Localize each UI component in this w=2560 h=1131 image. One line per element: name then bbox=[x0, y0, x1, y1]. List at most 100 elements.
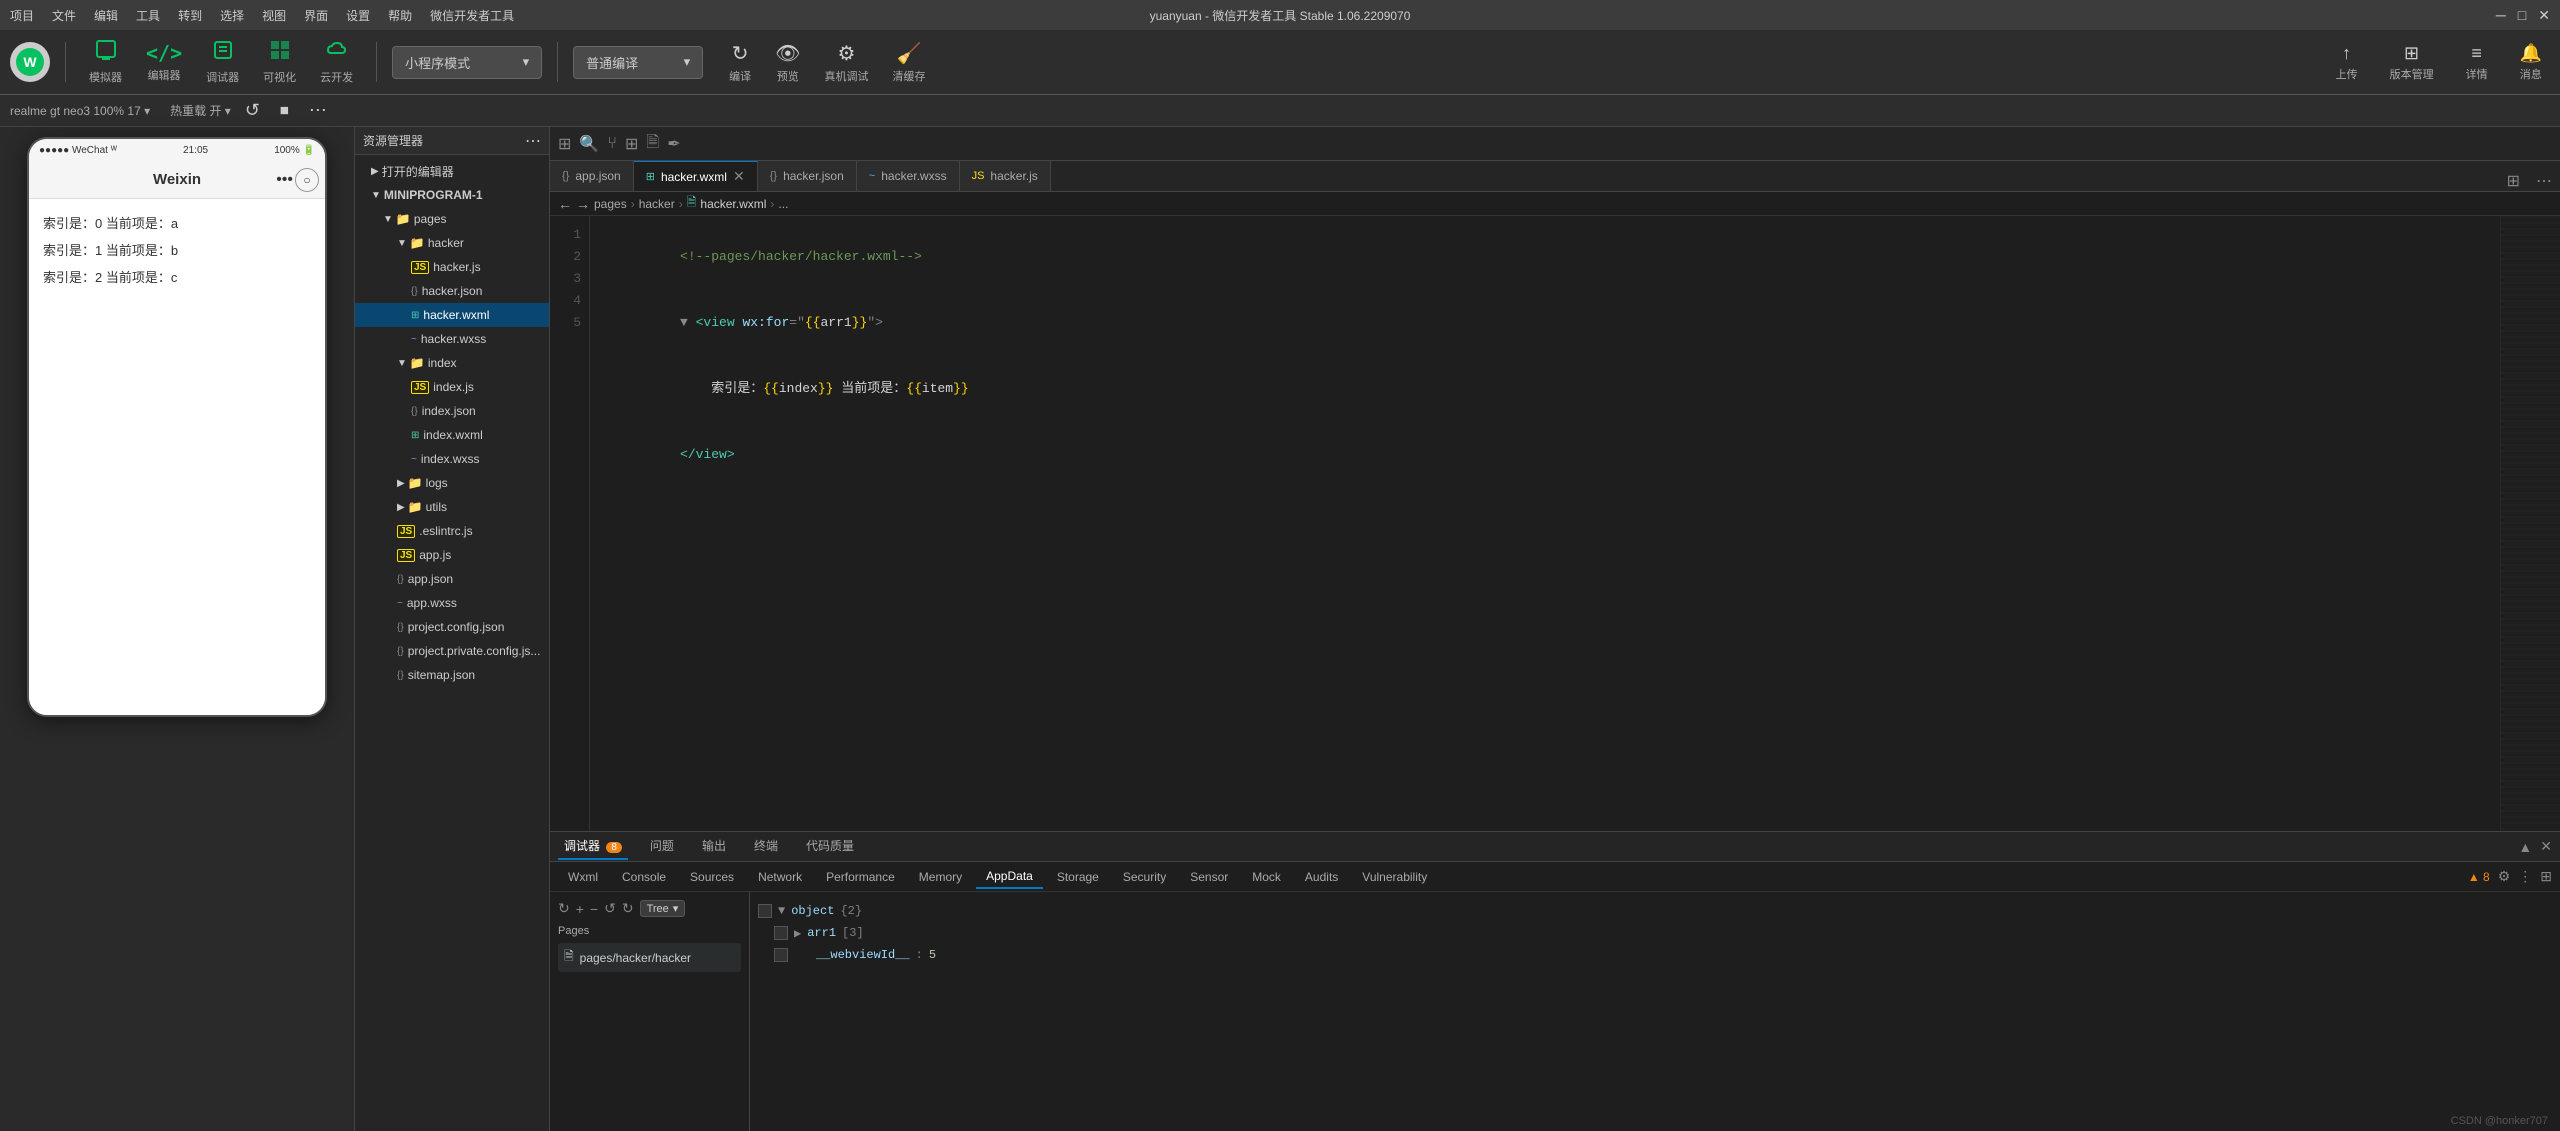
upload-button[interactable]: ↑ 上传 bbox=[2328, 39, 2366, 86]
stop-btn[interactable]: ⏹ bbox=[274, 98, 295, 123]
appjs-file[interactable]: JS app.js bbox=[355, 543, 549, 567]
devtool-tab-vulnerability[interactable]: Vulnerability bbox=[1352, 866, 1437, 888]
hacker-wxss-file[interactable]: ~ hacker.wxss bbox=[355, 327, 549, 351]
hacker-json-file[interactable]: {} hacker.json bbox=[355, 279, 549, 303]
devtool-tab-memory[interactable]: Memory bbox=[909, 866, 972, 888]
debug-tab-output[interactable]: 输出 bbox=[696, 833, 732, 860]
editor-button[interactable]: </> 编辑器 bbox=[138, 37, 190, 87]
appjson-file[interactable]: {} app.json bbox=[355, 567, 549, 591]
simulator-button[interactable]: 模拟器 bbox=[81, 35, 130, 89]
realdevice-button[interactable]: ⚙ 真机调试 bbox=[817, 37, 877, 88]
tab-branch-icon[interactable]: ⑂ bbox=[603, 135, 621, 153]
code-editor[interactable]: 1 2 3 4 5 <!--pages/hacker/hacker.wxml--… bbox=[550, 216, 2560, 831]
pages-refresh-icon[interactable]: ↻ bbox=[558, 900, 570, 917]
devtool-tab-console[interactable]: Console bbox=[612, 866, 676, 888]
code-content[interactable]: <!--pages/hacker/hacker.wxml--> ▼ <view … bbox=[590, 216, 2500, 831]
device-label[interactable]: realme gt neo3 100% 17 ▾ bbox=[10, 104, 150, 118]
refresh-btn[interactable]: ↺ bbox=[239, 98, 266, 123]
devtool-tab-wxml[interactable]: Wxml bbox=[558, 866, 608, 888]
devtool-tab-audits[interactable]: Audits bbox=[1295, 866, 1348, 888]
index-json-file[interactable]: {} index.json bbox=[355, 399, 549, 423]
eslintrc-file[interactable]: JS .eslintrc.js bbox=[355, 519, 549, 543]
appwxss-file[interactable]: ~ app.wxss bbox=[355, 591, 549, 615]
tab-hackerjs[interactable]: JS hacker.js bbox=[960, 161, 1051, 191]
menu-interface[interactable]: 界面 bbox=[304, 7, 328, 24]
pages-sub-icon[interactable]: − bbox=[590, 901, 598, 917]
pages-forward-icon[interactable]: ↻ bbox=[622, 900, 634, 917]
tab-brush-icon[interactable]: ✒ bbox=[663, 134, 684, 154]
mode-selector[interactable]: 小程序模式 ▾ bbox=[392, 46, 542, 79]
utils-folder[interactable]: ▶ 📁 utils bbox=[355, 495, 549, 519]
menu-wechat-devtools[interactable]: 微信开发者工具 bbox=[430, 7, 514, 24]
debugger-button[interactable]: 调试器 bbox=[198, 35, 247, 89]
tab-new-icon[interactable]: ⊞ bbox=[554, 134, 575, 154]
tab-hackerwxml[interactable]: ⊞ hacker.wxml ✕ bbox=[634, 161, 758, 191]
notification-button[interactable]: 🔔 消息 bbox=[2512, 39, 2550, 86]
hackerwxml-close-button[interactable]: ✕ bbox=[733, 168, 745, 185]
menu-edit[interactable]: 编辑 bbox=[94, 7, 118, 24]
tab-appjson[interactable]: {} app.json bbox=[550, 161, 634, 191]
data-arrow-arr1[interactable]: ▶ bbox=[794, 926, 801, 941]
index-js-file[interactable]: JS index.js bbox=[355, 375, 549, 399]
preview-button[interactable]: 👁 预览 bbox=[767, 37, 808, 88]
project-root[interactable]: ▼ MINIPROGRAM-1 bbox=[355, 183, 549, 207]
projectconfig-file[interactable]: {} project.config.json bbox=[355, 615, 549, 639]
more-btn[interactable]: ⋯ bbox=[303, 98, 333, 123]
more-tabs-button[interactable]: ⋯ bbox=[2528, 171, 2560, 191]
data-checkbox-2[interactable] bbox=[774, 926, 788, 940]
tab-hackerjson[interactable]: {} hacker.json bbox=[758, 161, 857, 191]
cloud-button[interactable]: 云开发 bbox=[312, 35, 361, 89]
devtool-tab-sources[interactable]: Sources bbox=[680, 866, 744, 888]
data-checkbox-1[interactable] bbox=[758, 904, 772, 918]
hacker-wxml-file[interactable]: ⊞ hacker.wxml bbox=[355, 303, 549, 327]
devtool-tab-mock[interactable]: Mock bbox=[1242, 866, 1291, 888]
minimize-button[interactable]: ─ bbox=[2496, 7, 2506, 23]
maximize-button[interactable]: □ bbox=[2518, 7, 2526, 23]
data-checkbox-3[interactable] bbox=[774, 948, 788, 962]
devtool-tab-appdata[interactable]: AppData bbox=[976, 865, 1043, 889]
devtools-settings-icon[interactable]: ⚙ bbox=[2498, 868, 2511, 885]
tree-selector[interactable]: Tree ▾ bbox=[640, 900, 686, 917]
debug-close-icon[interactable]: ✕ bbox=[2540, 838, 2552, 855]
devtool-tab-performance[interactable]: Performance bbox=[816, 866, 905, 888]
hacker-js-file[interactable]: JS hacker.js bbox=[355, 255, 549, 279]
close-button[interactable]: ✕ bbox=[2538, 7, 2550, 24]
hacker-folder[interactable]: ▼ 📁 hacker bbox=[355, 231, 549, 255]
filetree-more-icon[interactable]: ⋯ bbox=[525, 131, 541, 151]
menu-settings[interactable]: 设置 bbox=[346, 7, 370, 24]
pages-add-icon[interactable]: + bbox=[576, 901, 584, 917]
details-button[interactable]: ≡ 详情 bbox=[2458, 39, 2496, 86]
open-editors-section[interactable]: ▶ 打开的编辑器 bbox=[355, 159, 549, 183]
debug-tab-terminal[interactable]: 终端 bbox=[748, 833, 784, 860]
devtools-more-icon[interactable]: ⋮ bbox=[2518, 868, 2532, 885]
breadcrumb-back-icon[interactable]: ← bbox=[558, 196, 572, 212]
menu-view[interactable]: 视图 bbox=[262, 7, 286, 24]
tab-hackerwxss[interactable]: ~ hacker.wxss bbox=[857, 161, 960, 191]
menu-help[interactable]: 帮助 bbox=[388, 7, 412, 24]
hotreload-label[interactable]: 热重载 开 ▾ bbox=[170, 102, 231, 119]
logs-folder[interactable]: ▶ 📁 logs bbox=[355, 471, 549, 495]
devtools-expand-icon[interactable]: ⊞ bbox=[2540, 868, 2552, 885]
menu-file[interactable]: 文件 bbox=[52, 7, 76, 24]
projectprivate-file[interactable]: {} project.private.config.js... bbox=[355, 639, 549, 663]
data-arrow-object[interactable]: ▼ bbox=[778, 904, 785, 918]
menu-project[interactable]: 项目 bbox=[10, 7, 34, 24]
pages-folder[interactable]: ▼ 📁 pages bbox=[355, 207, 549, 231]
tab-file-icon[interactable]: 🗎 bbox=[642, 131, 663, 158]
devtool-tab-security[interactable]: Security bbox=[1113, 866, 1176, 888]
debug-tab-issues[interactable]: 问题 bbox=[644, 833, 680, 860]
pages-back-icon[interactable]: ↺ bbox=[604, 900, 616, 917]
breadcrumb-forward-icon[interactable]: → bbox=[576, 196, 590, 212]
debug-tab-quality[interactable]: 代码质量 bbox=[800, 833, 860, 860]
devtool-tab-network[interactable]: Network bbox=[748, 866, 812, 888]
clearcache-button[interactable]: 🧹 清缓存 bbox=[885, 37, 934, 88]
devtool-tab-sensor[interactable]: Sensor bbox=[1180, 866, 1238, 888]
menu-select[interactable]: 选择 bbox=[220, 7, 244, 24]
menu-tools[interactable]: 工具 bbox=[136, 7, 160, 24]
visual-button[interactable]: 可视化 bbox=[255, 35, 304, 89]
debug-tab-debugger[interactable]: 调试器 8 bbox=[558, 833, 628, 860]
sitemap-file[interactable]: {} sitemap.json bbox=[355, 663, 549, 687]
split-editor-button[interactable]: ⊞ bbox=[2499, 171, 2528, 191]
index-wxml-file[interactable]: ⊞ index.wxml bbox=[355, 423, 549, 447]
devtool-tab-storage[interactable]: Storage bbox=[1047, 866, 1109, 888]
